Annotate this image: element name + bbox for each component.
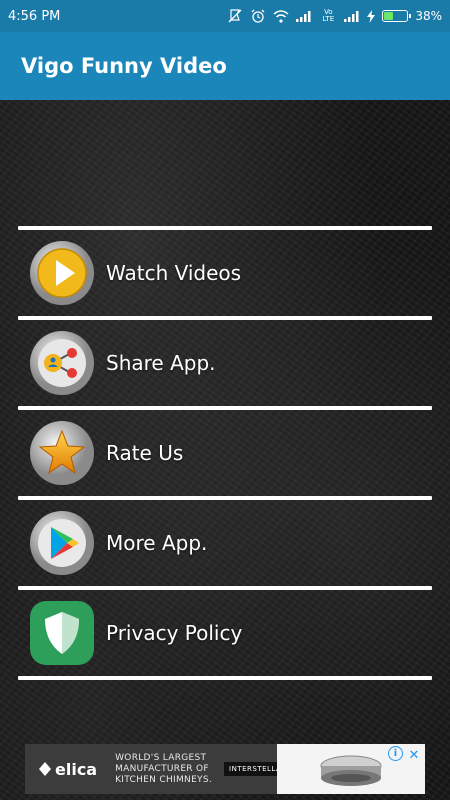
- status-icons: Vo LTE 38%: [227, 9, 442, 23]
- main-menu: Watch Videos Share App. Rate Us More App…: [18, 226, 432, 680]
- ad-headline-line: MANUFACTURER OF: [115, 763, 209, 774]
- menu-item-privacy-policy[interactable]: Privacy Policy: [18, 590, 432, 676]
- status-time: 4:56 PM: [8, 8, 61, 24]
- menu-label: More App.: [106, 531, 208, 555]
- menu-label: Privacy Policy: [106, 621, 243, 645]
- charging-icon: [367, 9, 376, 23]
- menu-label: Share App.: [106, 351, 216, 375]
- status-bar: 4:56 PM Vo LTE 38%: [0, 0, 450, 32]
- menu-item-watch-videos[interactable]: Watch Videos: [18, 230, 432, 316]
- app-bar: Vigo Funny Video: [0, 32, 450, 100]
- ad-headline-line: KITCHEN CHIMNEYS.: [115, 774, 213, 785]
- menu-item-more-app[interactable]: More App.: [18, 500, 432, 586]
- battery-percent: 38%: [415, 9, 442, 23]
- ad-info-glyph: i: [393, 748, 398, 759]
- signal-icon: [296, 9, 312, 23]
- ad-close-icon[interactable]: ✕: [405, 746, 423, 764]
- signal-icon: [344, 9, 360, 23]
- menu-item-rate-us[interactable]: Rate Us: [18, 410, 432, 496]
- shield-icon: [29, 600, 95, 666]
- alarm-icon: [250, 9, 266, 23]
- star-icon: [29, 420, 95, 486]
- mute-icon: [227, 9, 243, 23]
- ad-info-icon[interactable]: i: [388, 746, 403, 761]
- ad-controls: i ✕: [388, 746, 423, 764]
- menu-label: Watch Videos: [106, 261, 242, 285]
- ad-brand: elica: [55, 759, 98, 779]
- ad-brand-logo: elica: [39, 760, 97, 779]
- battery-level: [384, 12, 394, 20]
- play-store-icon: [29, 510, 95, 576]
- menu-label: Rate Us: [106, 441, 184, 465]
- play-icon: [29, 240, 95, 306]
- ad-banner[interactable]: elica WORLD'S LARGEST MANUFACTURER OF KI…: [25, 744, 425, 794]
- share-icon: [29, 330, 95, 396]
- app-title: Vigo Funny Video: [21, 54, 227, 78]
- ad-headline-line: WORLD'S LARGEST: [115, 752, 207, 763]
- battery-icon: [382, 10, 412, 22]
- lte-icon: Vo LTE: [322, 8, 335, 23]
- ad-headline: WORLD'S LARGEST MANUFACTURER OF KITCHEN …: [115, 753, 212, 786]
- wifi-icon: [273, 9, 289, 23]
- menu-item-share-app[interactable]: Share App.: [18, 320, 432, 406]
- menu-divider: [18, 676, 432, 680]
